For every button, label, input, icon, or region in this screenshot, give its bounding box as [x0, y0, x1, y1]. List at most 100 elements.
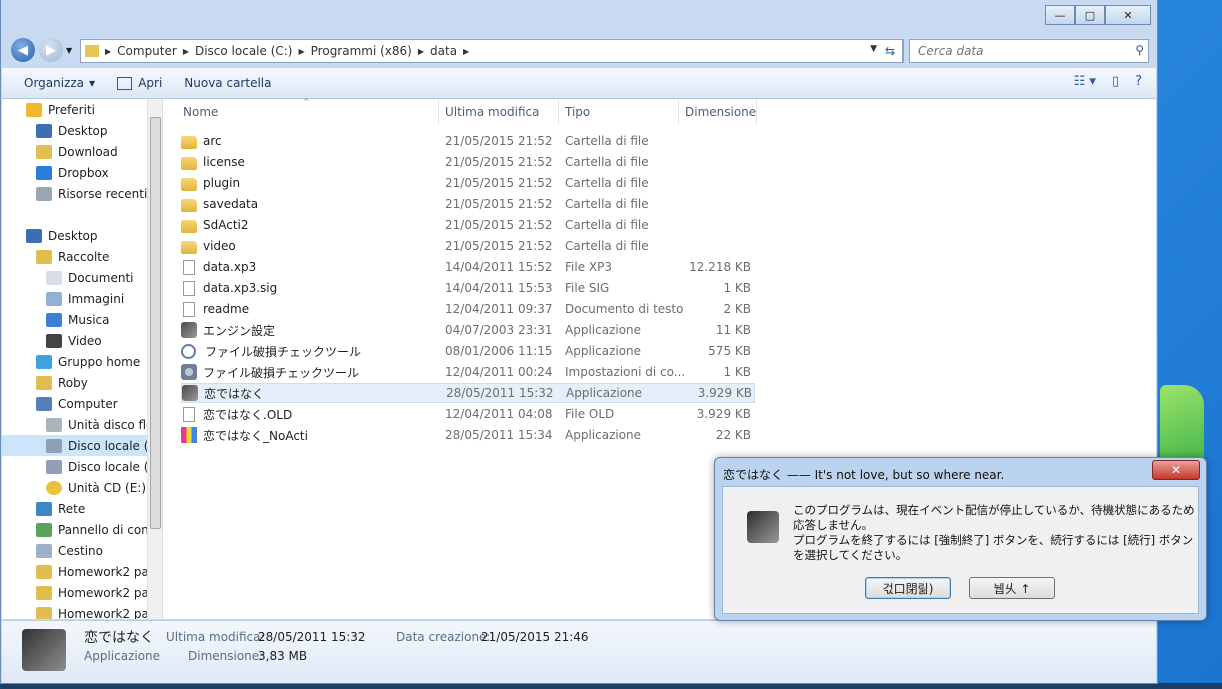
file-row[interactable]: license 21/05/2015 21:52 Cartella di file: [181, 152, 755, 172]
help-icon[interactable]: ?: [1135, 74, 1142, 89]
file-modified: 04/07/2003 23:31: [445, 323, 553, 337]
colorful-app-icon: [181, 427, 197, 443]
file-type: File SIG: [565, 281, 610, 295]
address-dropdown-icon[interactable]: ▼: [870, 44, 877, 54]
nav-item[interactable]: Homework2 part: [2, 561, 162, 582]
file-type: Cartella di file: [565, 134, 649, 148]
nav-item[interactable]: Download: [2, 141, 162, 162]
file-modified: 21/05/2015 21:52: [445, 155, 553, 169]
file-row[interactable]: readme 12/04/2011 09:37 Documento di testo…: [181, 299, 755, 319]
new-folder-button[interactable]: Nuova cartella: [184, 76, 271, 90]
hard-drive-icon: [46, 459, 62, 474]
file-name: エンジン設定: [203, 323, 276, 338]
column-header-modified[interactable]: Ultima modifica: [439, 99, 559, 125]
address-bar[interactable]: ▶ Computer ▶ Disco locale (C:) ▶ Program…: [80, 39, 904, 63]
file-row[interactable]: ファイル破損チェックツール 08/01/2006 11:15 Applicazion…: [181, 341, 755, 361]
nav-item[interactable]: Gruppo home: [2, 351, 162, 372]
settings-file-icon: [181, 364, 197, 380]
dialog-message: このプログラムは、現在イベント配信が停止しているか、待機状態にあるため 応答しま…: [793, 503, 1195, 562]
nav-item[interactable]: Raccolte: [2, 246, 162, 267]
search-input[interactable]: [916, 43, 1120, 59]
file-name: arc: [203, 134, 222, 148]
nav-item[interactable]: Documenti: [2, 267, 162, 288]
open-icon: [117, 76, 133, 90]
nav-item[interactable]: Homework2 part: [2, 582, 162, 603]
user-folder-icon: [36, 375, 52, 390]
preview-pane-icon[interactable]: ▯: [1112, 74, 1119, 89]
breadcrumb-computer[interactable]: Computer: [117, 44, 177, 58]
details-file-type: Applicazione: [84, 649, 161, 663]
forward-button[interactable]: ▶: [39, 38, 63, 62]
file-type: Applicazione: [566, 386, 643, 400]
search-box[interactable]: ⚲: [909, 39, 1149, 63]
open-button[interactable]: Apri: [117, 76, 162, 90]
navigation-pane: Preferiti Desktop Download Dropbox Risorse r…: [2, 99, 163, 619]
column-header-type[interactable]: Tipo: [559, 99, 679, 125]
nav-item[interactable]: Risorse recenti: [2, 183, 162, 204]
file-modified: 28/05/2011 15:34: [445, 428, 553, 442]
continue-button[interactable]: 뉍乆 ↑: [969, 577, 1055, 599]
back-button[interactable]: ◀: [11, 38, 35, 62]
history-dropdown-icon[interactable]: ▼: [66, 46, 72, 55]
file-row[interactable]: ファイル破損チェックツール 12/04/2011 00:24 Impostazion…: [181, 362, 755, 382]
desktop-icon: [26, 228, 42, 243]
details-file-name: 恋ではなく: [84, 630, 154, 646]
nav-item[interactable]: Unità CD (E:): [2, 477, 162, 498]
breadcrumb-program-files[interactable]: Programmi (x86): [311, 44, 412, 58]
nav-scrollbar[interactable]: [147, 99, 162, 619]
folder-icon: [181, 198, 197, 212]
file-row[interactable]: data.xp3 14/04/2011 15:52 File XP3 12.218 K…: [181, 257, 755, 277]
file-row[interactable]: SdActi2 21/05/2015 21:52 Cartella di file: [181, 215, 755, 235]
nav-item[interactable]: Pannello di controllo: [2, 519, 162, 540]
nav-scrollbar-thumb[interactable]: [150, 117, 161, 529]
folder-icon: [181, 135, 197, 149]
nav-item[interactable]: Disco locale (C:): [2, 435, 162, 456]
nav-item[interactable]: Dropbox: [2, 162, 162, 183]
file-row[interactable]: plugin 21/05/2015 21:52 Cartella di file: [181, 173, 755, 193]
file-row[interactable]: エンジン設定 04/07/2003 23:31 Applicazione 11 KB: [181, 320, 755, 340]
file-row[interactable]: arc 21/05/2015 21:52 Cartella di file: [181, 131, 755, 151]
breadcrumb-disk-c[interactable]: Disco locale (C:): [195, 44, 293, 58]
file-row[interactable]: data.xp3.sig 14/04/2011 15:53 File SIG 1 KB: [181, 278, 755, 298]
organize-button[interactable]: Organizza ▼: [24, 76, 95, 90]
nav-item[interactable]: Preferiti: [2, 99, 162, 120]
nav-item[interactable]: Roby: [2, 372, 162, 393]
file-row[interactable]: 恋ではなく_NoActi 28/05/2011 15:34 Applicazione…: [181, 425, 755, 445]
column-header-size[interactable]: Dimensione: [679, 99, 757, 125]
dropbox-icon: [36, 165, 52, 180]
details-modified-label: Ultima modifica:: [166, 630, 265, 644]
maximize-button[interactable]: □: [1075, 5, 1105, 25]
video-icon: [46, 333, 62, 348]
nav-item[interactable]: Desktop: [2, 120, 162, 141]
nav-item[interactable]: Homework2 part: [2, 603, 162, 619]
file-row[interactable]: savedata 21/05/2015 21:52 Cartella di file: [181, 194, 755, 214]
file-size: 575 KB: [708, 344, 751, 358]
nav-item[interactable]: Unità disco floppy: [2, 414, 162, 435]
nav-item[interactable]: Video: [2, 330, 162, 351]
view-options-icon[interactable]: ☷ ▾: [1074, 74, 1096, 89]
nav-item[interactable]: Immagini: [2, 288, 162, 309]
file-row[interactable]: 恋ではなく 28/05/2011 15:32 Applicazione 3.929 K…: [181, 383, 755, 403]
nav-item[interactable]: Disco locale (D:): [2, 456, 162, 477]
minimize-button[interactable]: —: [1045, 5, 1075, 25]
hard-drive-icon: [46, 438, 62, 453]
refresh-button[interactable]: ⇆: [878, 39, 903, 63]
file-row[interactable]: 恋ではなく.OLD 12/04/2011 04:08 File OLD 3.929 K…: [181, 404, 755, 424]
nav-item[interactable]: Desktop: [2, 225, 162, 246]
file-modified: 21/05/2015 21:52: [445, 176, 553, 190]
close-button[interactable]: ✕: [1105, 5, 1151, 25]
terminate-button[interactable]: 걳口閉릶): [865, 577, 951, 599]
column-header-name[interactable]: Nome ^: [177, 97, 439, 125]
file-modified: 21/05/2015 21:52: [445, 239, 553, 253]
file-size: 11 KB: [715, 323, 751, 337]
breadcrumb-data[interactable]: data: [430, 44, 457, 58]
file-row[interactable]: video 21/05/2015 21:52 Cartella di file: [181, 236, 755, 256]
dialog-close-button[interactable]: ✕: [1152, 460, 1200, 480]
file-name: video: [203, 239, 236, 253]
nav-item[interactable]: Computer: [2, 393, 162, 414]
nav-item[interactable]: Musica: [2, 309, 162, 330]
folder-icon: [181, 156, 197, 170]
nav-item[interactable]: Rete: [2, 498, 162, 519]
nav-item[interactable]: Cestino: [2, 540, 162, 561]
